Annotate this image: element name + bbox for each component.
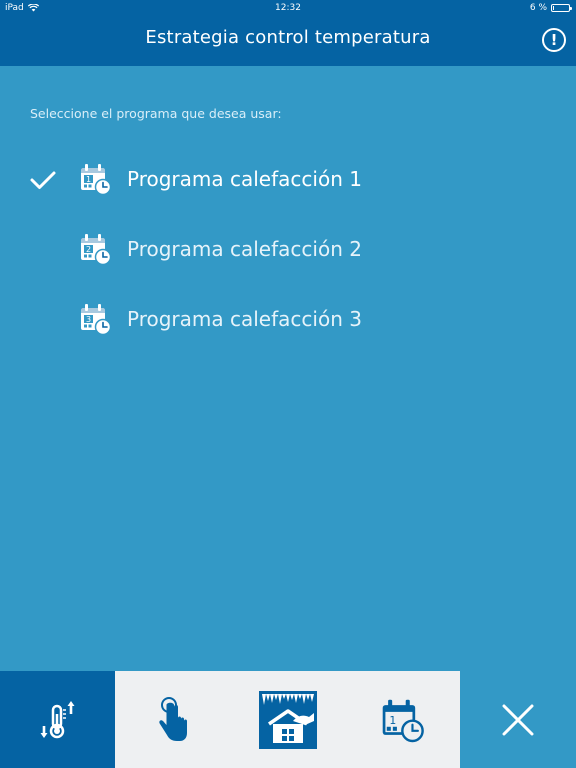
manual-mode-button[interactable] (115, 671, 230, 768)
house-protection-icon (258, 690, 317, 749)
touch-hand-icon (158, 696, 187, 741)
status-bar: iPad 12:32 6 % (0, 0, 576, 16)
thermometer-arrows-icon (40, 700, 74, 738)
calendar-number: 1 (389, 714, 396, 727)
calendar-number: 2 (86, 245, 91, 254)
temperature-tab-button[interactable] (0, 671, 115, 768)
status-right: 6 % (529, 3, 572, 13)
battery-icon (551, 4, 572, 12)
program-label: Programa calefacción 3 (127, 307, 362, 331)
selection-prompt: Seleccione el programa que desea usar: (30, 106, 282, 121)
program-option-2[interactable]: 2 Programa calefacción 2 (0, 228, 576, 276)
info-icon: ! (550, 31, 558, 49)
calendar-clock-icon: 1 (382, 699, 424, 742)
info-button[interactable]: ! (542, 28, 566, 52)
calendar-clock-icon: 1 (81, 164, 112, 196)
program-label: Programa calefacción 1 (127, 167, 362, 191)
battery-percent: 6 % (529, 3, 547, 13)
calendar-clock-icon: 2 (81, 234, 112, 266)
close-icon (502, 704, 534, 735)
bottom-toolbar: 1 (0, 671, 576, 768)
program-label: Programa calefacción 2 (127, 237, 362, 261)
checkmark-icon (30, 171, 56, 189)
status-time: 12:32 (275, 3, 301, 13)
frost-protection-button[interactable] (230, 671, 345, 768)
program-option-3[interactable]: 3 Programa calefacción 3 (0, 298, 576, 346)
calendar-number: 1 (86, 175, 91, 184)
battery-level (553, 6, 554, 10)
calendar-number: 3 (86, 315, 91, 324)
calendar-clock-icon: 3 (81, 304, 112, 336)
navigation-bar: Estrategia control temperatura ! (0, 16, 576, 66)
program-option-1[interactable]: 1 Programa calefacción 1 (0, 158, 576, 206)
page-title: Estrategia control temperatura (145, 27, 431, 48)
program-schedule-button[interactable]: 1 (345, 671, 460, 768)
close-button[interactable] (460, 671, 576, 768)
